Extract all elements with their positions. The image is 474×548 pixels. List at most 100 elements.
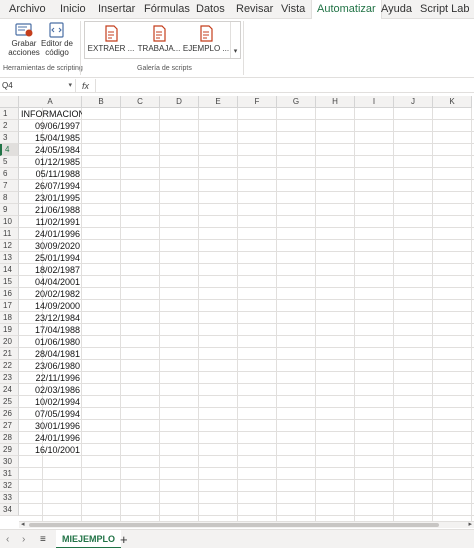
cell-a3[interactable]: 15/04/1985: [19, 132, 82, 144]
row-header-7[interactable]: 7: [0, 180, 19, 192]
tab-revisar[interactable]: Revisar: [236, 0, 273, 19]
column-header-c[interactable]: C: [121, 96, 160, 108]
function-icon[interactable]: fx: [82, 79, 89, 93]
horizontal-scrollbar[interactable]: ◂ ▸: [19, 521, 474, 528]
cell-a16[interactable]: 20/02/1982: [19, 288, 82, 300]
row-header-26[interactable]: 26: [0, 408, 19, 420]
column-header-b[interactable]: B: [82, 96, 121, 108]
cell-a12[interactable]: 30/09/2020: [19, 240, 82, 252]
cell-a26[interactable]: 07/05/1994: [19, 408, 82, 420]
cell-a11[interactable]: 24/01/1996: [19, 228, 82, 240]
cell-a23[interactable]: 22/11/1996: [19, 372, 82, 384]
row-header-18[interactable]: 18: [0, 312, 19, 324]
row-header-33[interactable]: 33: [0, 492, 19, 504]
select-all-corner[interactable]: [0, 96, 19, 108]
tab-automatizar[interactable]: Automatizar: [311, 0, 382, 20]
row-header-29[interactable]: 29: [0, 444, 19, 456]
chevron-down-icon[interactable]: ▾: [68, 79, 72, 93]
tab-script-lab[interactable]: Script Lab: [420, 0, 470, 19]
cell-a17[interactable]: 14/09/2000: [19, 300, 82, 312]
row-header-19[interactable]: 19: [0, 324, 19, 336]
row-header-30[interactable]: 30: [0, 456, 19, 468]
cell-area[interactable]: [19, 108, 474, 521]
cell-a6[interactable]: 05/11/1988: [19, 168, 82, 180]
column-header-d[interactable]: D: [160, 96, 199, 108]
row-header-6[interactable]: 6: [0, 168, 19, 180]
cell-a13[interactable]: 25/01/1994: [19, 252, 82, 264]
scroll-left-icon[interactable]: ◂: [21, 521, 25, 529]
row-header-10[interactable]: 10: [0, 216, 19, 228]
row-header-3[interactable]: 3: [0, 132, 19, 144]
row-header-27[interactable]: 27: [0, 420, 19, 432]
cell-a15[interactable]: 04/04/2001: [19, 276, 82, 288]
cell-a2[interactable]: 09/06/1997: [19, 120, 82, 132]
row-header-16[interactable]: 16: [0, 288, 19, 300]
cell-a28[interactable]: 24/01/1996: [19, 432, 82, 444]
script-extraer[interactable]: EXTRAER ...: [87, 25, 135, 53]
column-header-j[interactable]: J: [394, 96, 433, 108]
scroll-right-icon[interactable]: ▸: [468, 521, 472, 529]
all-sheets-menu-icon[interactable]: ≡: [40, 530, 46, 548]
row-header-31[interactable]: 31: [0, 468, 19, 480]
column-header-e[interactable]: E: [199, 96, 238, 108]
cell-a8[interactable]: 23/01/1995: [19, 192, 82, 204]
row-header-14[interactable]: 14: [0, 264, 19, 276]
code-editor-button[interactable]: Editor de código: [40, 22, 74, 57]
gallery-expand-icon[interactable]: ▾: [230, 22, 240, 58]
sheet-tab-miejemplo[interactable]: MIEJEMPLO: [56, 530, 122, 548]
name-box[interactable]: Q4 ▾: [0, 79, 76, 93]
cell-a1[interactable]: INFORMACION: [19, 108, 82, 120]
previous-sheet-icon[interactable]: ‹: [6, 530, 9, 548]
column-header-i[interactable]: I: [355, 96, 394, 108]
cell-a27[interactable]: 30/01/1996: [19, 420, 82, 432]
script-ejemplo[interactable]: EJEMPLO ...: [182, 25, 230, 53]
row-header-34[interactable]: 34: [0, 504, 19, 516]
row-header-2[interactable]: 2: [0, 120, 19, 132]
cell-a10[interactable]: 11/02/1991: [19, 216, 82, 228]
cell-a7[interactable]: 26/07/1994: [19, 180, 82, 192]
cell-a25[interactable]: 10/02/1994: [19, 396, 82, 408]
tab-archivo[interactable]: Archivo: [9, 0, 46, 19]
cell-a5[interactable]: 01/12/1985: [19, 156, 82, 168]
cell-a4[interactable]: 24/05/1984: [19, 144, 82, 156]
cell-a9[interactable]: 21/06/1988: [19, 204, 82, 216]
cell-a20[interactable]: 01/06/1980: [19, 336, 82, 348]
row-header-21[interactable]: 21: [0, 348, 19, 360]
cell-a21[interactable]: 28/04/1981: [19, 348, 82, 360]
row-header-28[interactable]: 28: [0, 432, 19, 444]
scrollbar-thumb[interactable]: [29, 523, 439, 527]
cell-a14[interactable]: 18/02/1987: [19, 264, 82, 276]
tab-vista[interactable]: Vista: [281, 0, 305, 19]
row-header-1[interactable]: 1: [0, 108, 19, 120]
column-header-g[interactable]: G: [277, 96, 316, 108]
formula-input[interactable]: [97, 79, 474, 93]
tab-insertar[interactable]: Insertar: [98, 0, 135, 19]
add-sheet-button[interactable]: +: [120, 530, 128, 548]
row-header-13[interactable]: 13: [0, 252, 19, 264]
row-header-11[interactable]: 11: [0, 228, 19, 240]
column-header-a[interactable]: A: [19, 96, 82, 108]
row-header-9[interactable]: 9: [0, 204, 19, 216]
row-header-5[interactable]: 5: [0, 156, 19, 168]
tab-ayuda[interactable]: Ayuda: [381, 0, 412, 19]
tab-formulas[interactable]: Fórmulas: [144, 0, 190, 19]
row-header-25[interactable]: 25: [0, 396, 19, 408]
cell-a19[interactable]: 17/04/1988: [19, 324, 82, 336]
cell-a24[interactable]: 02/03/1986: [19, 384, 82, 396]
row-header-15[interactable]: 15: [0, 276, 19, 288]
row-header-24[interactable]: 24: [0, 384, 19, 396]
row-header-12[interactable]: 12: [0, 240, 19, 252]
script-trabaja[interactable]: TRABAJA...: [135, 25, 183, 53]
record-actions-button[interactable]: Grabar acciones: [8, 22, 40, 57]
row-header-4[interactable]: 4: [0, 144, 19, 156]
row-header-32[interactable]: 32: [0, 480, 19, 492]
tab-inicio[interactable]: Inicio: [60, 0, 86, 19]
tab-datos[interactable]: Datos: [196, 0, 225, 19]
row-header-20[interactable]: 20: [0, 336, 19, 348]
next-sheet-icon[interactable]: ›: [22, 530, 25, 548]
cell-a18[interactable]: 23/12/1984: [19, 312, 82, 324]
cell-a29[interactable]: 16/10/2001: [19, 444, 82, 456]
cell-a22[interactable]: 23/06/1980: [19, 360, 82, 372]
column-header-f[interactable]: F: [238, 96, 277, 108]
row-header-17[interactable]: 17: [0, 300, 19, 312]
